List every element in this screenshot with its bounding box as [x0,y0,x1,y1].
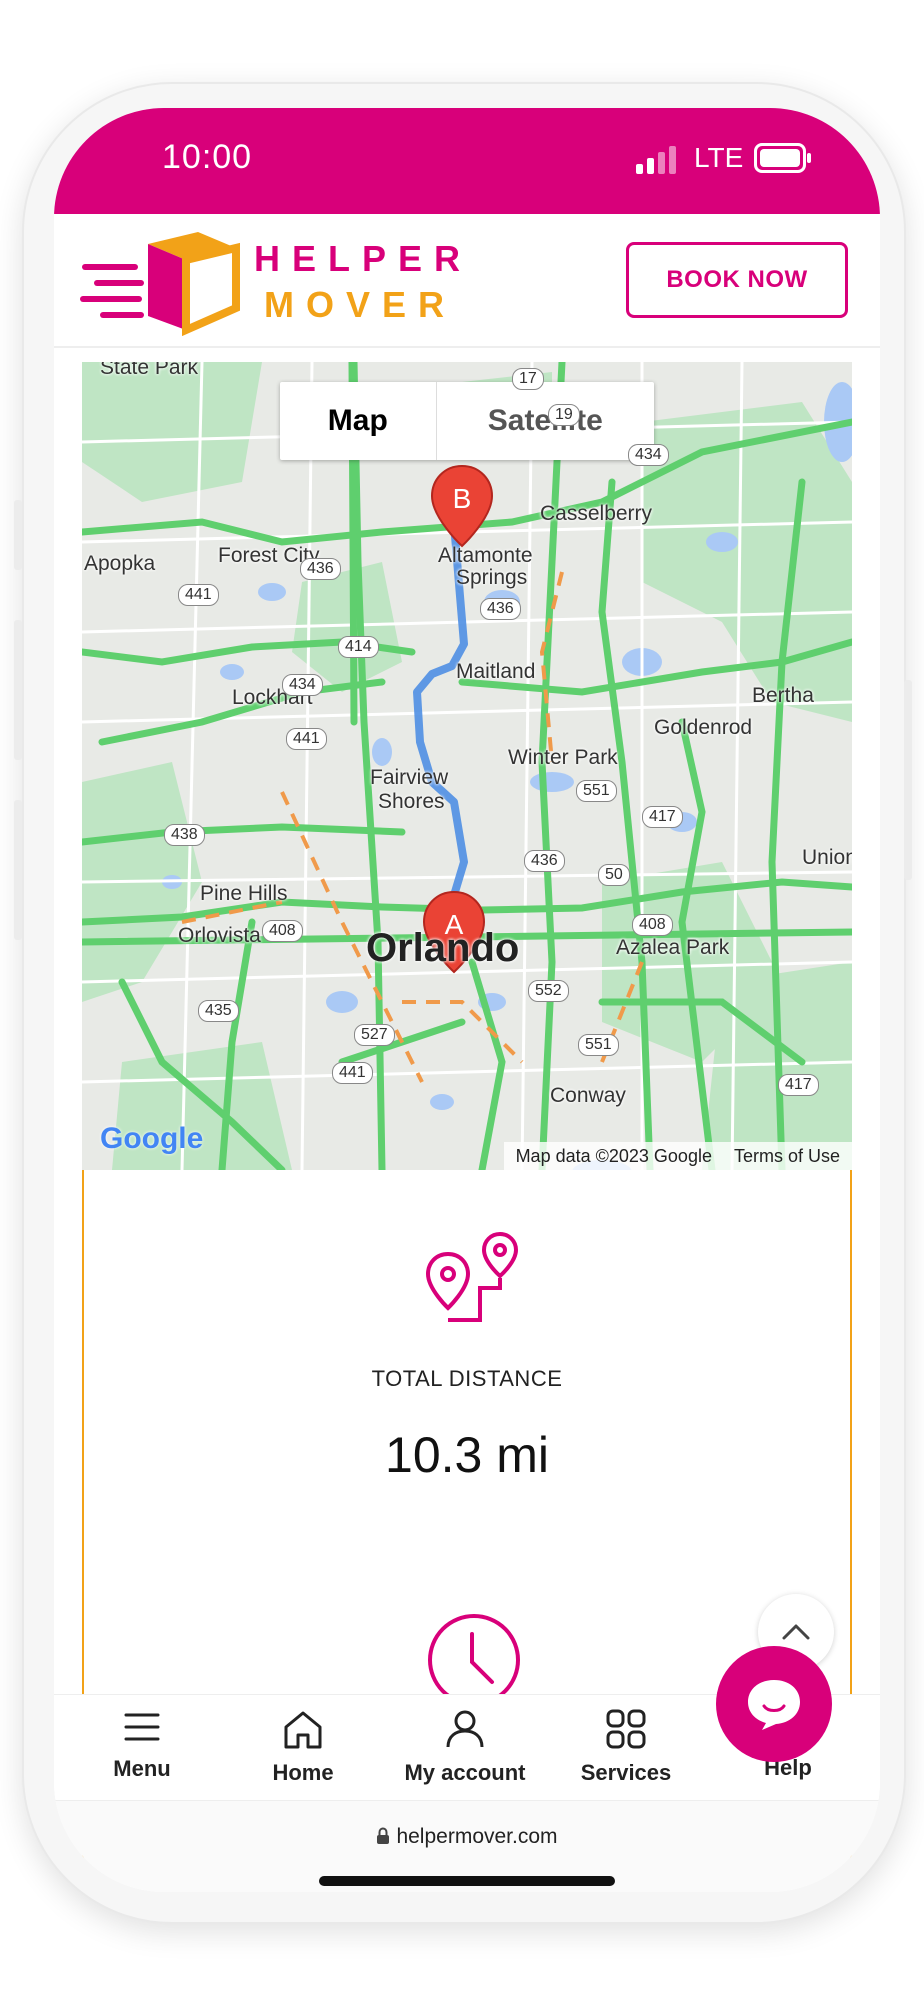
status-time: 10:00 [162,138,253,176]
road-shield: 414 [338,636,379,658]
nav-item-account[interactable]: My account [390,1709,540,1786]
map-attribution: Map data ©2023 Google Terms of Use [503,1142,852,1170]
map-label-springs: Springs [456,566,528,589]
map-label-pine-hills: Pine Hills [200,882,288,905]
nav-label-home: Home [272,1760,334,1785]
road-shield: 408 [262,920,303,942]
road-shield: 527 [354,1024,395,1046]
satellite-view-button[interactable]: Satellite [437,382,654,460]
map-label-azalea-park: Azalea Park [616,936,730,959]
map-label-shores: Shores [378,790,445,813]
road-shield: 441 [286,728,327,750]
marker-destination-label: B [453,483,472,514]
network-label: LTE [694,142,744,173]
map-label-bertha: Bertha [752,684,814,707]
road-shield: 17 [512,368,544,390]
map-canvas: B A [82,362,852,1170]
map-label-orlovista: Orlovista [178,924,261,947]
map-label-union: Union [802,846,852,869]
total-distance-label: TOTAL DISTANCE [371,1366,563,1391]
side-button [14,620,22,760]
map-label-fairview: Fairview [370,766,449,789]
road-shield: 551 [578,1034,619,1056]
nav-label-account: My account [404,1760,526,1785]
user-icon [446,1710,484,1748]
road-shield: 436 [300,558,341,580]
chat-bubble-icon [748,1680,800,1730]
status-bar: 10:00 LTE [54,108,880,214]
book-now-button[interactable]: BOOK NOW [626,242,848,318]
screen: 10:00 LTE HELPER MOVER BOOK NOW B A Map … [54,108,880,1892]
road-shield: 417 [778,1074,819,1096]
map-label-goldenrod: Goldenrod [654,716,753,739]
road-shield: 435 [198,1000,239,1022]
side-button [14,500,22,570]
map-label-casselberry: Casselberry [540,502,653,525]
map-label-state-park: State Park [100,362,199,379]
signal-icon [636,144,680,174]
road-shield: 441 [178,584,219,606]
road-shield: 417 [642,806,683,828]
brand-name-line1: HELPER [254,238,473,279]
nav-item-menu[interactable]: Menu [67,1709,217,1782]
side-button [14,800,22,940]
battery-icon [754,143,811,173]
nav-label-menu: Menu [113,1756,171,1781]
nav-item-services[interactable]: Services [551,1709,701,1786]
url-display: helpermover.com [54,1825,880,1849]
map-label-orlando: Orlando [366,926,520,970]
logo-icon[interactable] [80,226,240,337]
route-map[interactable]: B A Map Satellite State Park Apopka Fore… [82,362,852,1170]
url-text: helpermover.com [396,1825,558,1848]
map-label-altamonte: Altamonte [438,544,533,567]
road-shield: 552 [528,980,569,1002]
map-label-apopka: Apopka [84,552,156,575]
nav-label-services: Services [580,1760,672,1785]
route-pins-icon [425,1232,519,1322]
road-shield: 436 [480,598,521,620]
road-shield: 50 [598,864,630,886]
map-type-toggle: Map Satellite [280,382,654,460]
brand-name-line2: MOVER [264,284,457,325]
map-data-credit: Map data ©2023 Google [515,1145,712,1166]
chevron-up-icon [782,1624,810,1640]
map-label-winter-park: Winter Park [508,746,618,769]
road-shield: 438 [164,824,205,846]
road-shield: 19 [548,404,580,426]
map-view-button[interactable]: Map [280,382,437,460]
lock-icon [377,1827,390,1844]
grid-icon [606,1709,646,1749]
terms-of-use-link[interactable]: Terms of Use [734,1146,840,1167]
home-icon [284,1711,322,1749]
menu-icon [124,1713,160,1741]
map-label-conway: Conway [550,1084,626,1107]
road-shield: 408 [632,914,673,936]
map-label-maitland: Maitland [456,660,536,683]
side-button [904,680,912,880]
home-indicator [319,1876,615,1886]
road-shield: 434 [282,674,323,696]
road-shield: 436 [524,850,565,872]
nav-item-home[interactable]: Home [228,1709,378,1786]
google-logo: Google [100,1122,204,1155]
site-header: HELPER MOVER BOOK NOW [54,214,880,348]
road-shield: 551 [576,780,617,802]
road-shield: 441 [332,1062,373,1084]
total-distance-value: 10.3 mi [385,1427,549,1483]
help-chat-button[interactable] [716,1646,832,1762]
road-shield: 434 [628,444,669,466]
